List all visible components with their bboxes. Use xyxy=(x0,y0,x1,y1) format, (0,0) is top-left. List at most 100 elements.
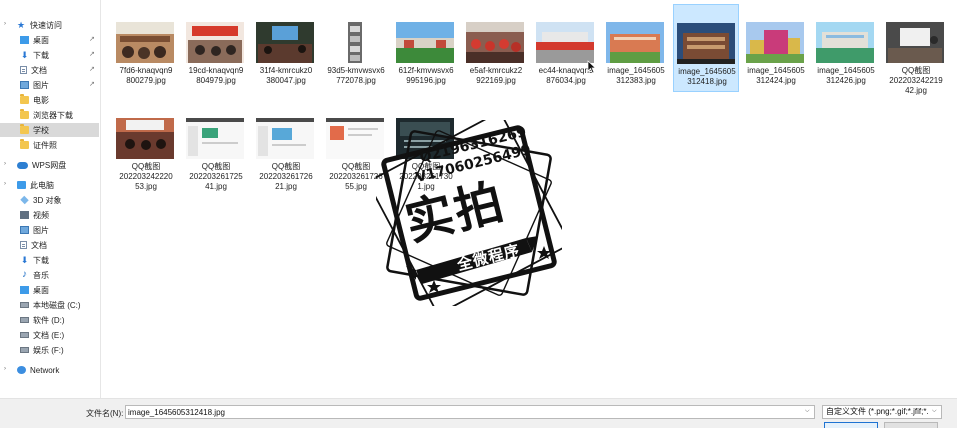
nav-item-label: 下载 xyxy=(33,50,49,60)
file-name: image_1645605 312418.jpg xyxy=(678,67,736,86)
pin-icon: ↗ xyxy=(89,81,95,88)
nav-item[interactable]: 浏览器下载 xyxy=(0,108,99,122)
file-tile[interactable]: image_1645605 312383.jpg xyxy=(603,4,669,92)
filename-dropdown-icon[interactable]: ⌵ xyxy=(805,408,810,415)
filename-label: 文件名(N): xyxy=(86,409,124,418)
cloud-icon xyxy=(17,161,28,169)
star-icon: ★ xyxy=(17,20,26,30)
drive-icon xyxy=(20,302,29,308)
dialog-footer: 文件名(N): ⌵ 自定义文件 (*.png;*.gif;*.jfif;*. ⌵ xyxy=(0,398,957,428)
nav-item[interactable]: 文档 ↗ xyxy=(0,63,99,77)
nav-item-label: 图片 xyxy=(33,225,49,235)
nav-item[interactable]: 桌面 xyxy=(0,283,99,297)
nav-item-label: 桌面 xyxy=(33,285,49,295)
file-tile[interactable]: image_1645605 312424.jpg xyxy=(743,4,809,92)
file-tile[interactable]: image_1645605 312426.jpg xyxy=(813,4,879,92)
nav-item-label: 桌面 xyxy=(33,35,49,45)
file-tile[interactable]: 7fd6-knaqvqn9 800279.jpg xyxy=(113,4,179,92)
nav-item-label: 娱乐 (F:) xyxy=(33,345,64,355)
nav-item[interactable]: 电影 xyxy=(0,93,99,107)
nav-item[interactable]: 学校 xyxy=(0,123,99,137)
expand-chevron-icon[interactable]: › xyxy=(4,366,6,372)
desktop-folder-icon xyxy=(20,36,29,44)
nav-item[interactable]: › 此电脑 xyxy=(0,178,99,192)
file-name: QQ截图 202203242219 42.jpg xyxy=(889,66,943,95)
file-name: 19cd-knaqvqn9 804979.jpg xyxy=(188,66,244,85)
image-thumbnail xyxy=(326,22,384,63)
download-icon: ⬇ xyxy=(20,255,29,265)
open-button[interactable] xyxy=(824,422,878,428)
image-thumbnail xyxy=(677,23,735,64)
nav-item[interactable]: 证件照 xyxy=(0,138,99,152)
nav-item[interactable]: 本地磁盘 (C:) xyxy=(0,298,99,312)
mouse-cursor-icon xyxy=(587,60,597,74)
nav-item-label: 文档 (E:) xyxy=(33,330,65,340)
expand-chevron-icon[interactable]: › xyxy=(4,161,6,167)
nav-item-label: 音乐 xyxy=(33,270,49,280)
image-thumbnail xyxy=(116,22,174,63)
drive-icon xyxy=(20,332,29,338)
file-name: e5af-kmrcukz2 922169.jpg xyxy=(469,66,523,85)
nav-item-label: 文档 xyxy=(31,240,47,250)
file-tile[interactable]: QQ截图 202203242220 53.jpg xyxy=(113,100,179,191)
file-name: 612f-kmvwsvx6 995196.jpg xyxy=(398,66,454,85)
nav-item[interactable]: 视频 xyxy=(0,208,99,222)
nav-item[interactable]: 图片 ↗ xyxy=(0,78,99,92)
file-tile[interactable]: 93d5-kmvwsvx6 772078.jpg xyxy=(323,4,389,92)
nav-item[interactable]: ⬇ 下载 xyxy=(0,253,99,267)
file-name: image_1645605 312424.jpg xyxy=(747,66,805,85)
filename-input[interactable] xyxy=(125,405,815,419)
image-thumbnail xyxy=(466,22,524,63)
file-tile[interactable]: 612f-kmvwsvx6 995196.jpg xyxy=(393,4,459,92)
nav-item[interactable]: 桌面 ↗ xyxy=(0,33,99,47)
file-tile[interactable]: QQ截图 202203242219 42.jpg xyxy=(883,4,949,95)
picture-icon xyxy=(20,226,29,234)
nav-item-label: 快速访问 xyxy=(30,20,62,30)
nav-item-label: 视频 xyxy=(33,210,49,220)
nav-item-label: 软件 (D:) xyxy=(33,315,65,325)
picture-icon xyxy=(20,81,29,89)
nav-item[interactable]: 图片 xyxy=(0,223,99,237)
file-name: QQ截图 202203261726 21.jpg xyxy=(259,162,313,191)
nav-item-label: 浏览器下载 xyxy=(33,110,73,120)
expand-chevron-icon[interactable]: › xyxy=(4,21,6,27)
computer-icon xyxy=(17,181,26,189)
file-tile[interactable]: ec44-knaqvqn9 876034.jpg xyxy=(533,4,599,92)
file-tile[interactable]: image_1645605 312418.jpg xyxy=(673,4,739,92)
nav-item[interactable]: 文档 xyxy=(0,238,99,252)
image-thumbnail xyxy=(186,22,244,63)
nav-item[interactable]: › ★ 快速访问 xyxy=(0,18,99,32)
nav-item-label: 文档 xyxy=(31,65,47,75)
image-thumbnail xyxy=(886,22,944,63)
file-tile[interactable]: 31f4-kmrcukz0 380047.jpg xyxy=(253,4,319,92)
filetype-chevron-down-icon[interactable]: ⌵ xyxy=(932,408,937,415)
file-tile[interactable]: QQ截图 202203261726 21.jpg xyxy=(253,100,319,191)
cancel-button[interactable] xyxy=(884,422,938,428)
document-icon xyxy=(20,66,27,74)
image-thumbnail xyxy=(116,118,174,159)
nav-item[interactable]: ⬇ 下载 ↗ xyxy=(0,48,99,62)
expand-chevron-icon[interactable]: › xyxy=(4,181,6,187)
video-icon xyxy=(20,211,29,219)
file-tile[interactable]: QQ截图 202203261725 41.jpg xyxy=(183,100,249,191)
nav-item[interactable]: 娱乐 (F:) xyxy=(0,343,99,357)
nav-item[interactable]: › WPS网盘 xyxy=(0,158,99,172)
nav-item-label: 下载 xyxy=(33,255,49,265)
folder-icon xyxy=(20,94,29,104)
image-thumbnail xyxy=(536,22,594,63)
pin-icon: ↗ xyxy=(89,51,95,58)
nav-item-label: 此电脑 xyxy=(30,180,54,190)
file-tile[interactable]: e5af-kmrcukz2 922169.jpg xyxy=(463,4,529,92)
image-thumbnail xyxy=(396,22,454,63)
document-icon xyxy=(20,241,27,249)
file-tile[interactable]: 19cd-knaqvqn9 804979.jpg xyxy=(183,4,249,92)
file-name: QQ截图 202203261725 41.jpg xyxy=(189,162,243,191)
nav-item[interactable]: 3D 对象 xyxy=(0,193,99,207)
nav-item[interactable]: 软件 (D:) xyxy=(0,313,99,327)
image-thumbnail xyxy=(186,118,244,159)
filetype-select[interactable]: 自定义文件 (*.png;*.gif;*.jfif;*. xyxy=(822,405,942,419)
desktop-folder-icon xyxy=(20,286,29,294)
nav-item[interactable]: ♪ 音乐 xyxy=(0,268,99,282)
nav-item[interactable]: 文档 (E:) xyxy=(0,328,99,342)
nav-item[interactable]: › Network xyxy=(0,363,99,377)
